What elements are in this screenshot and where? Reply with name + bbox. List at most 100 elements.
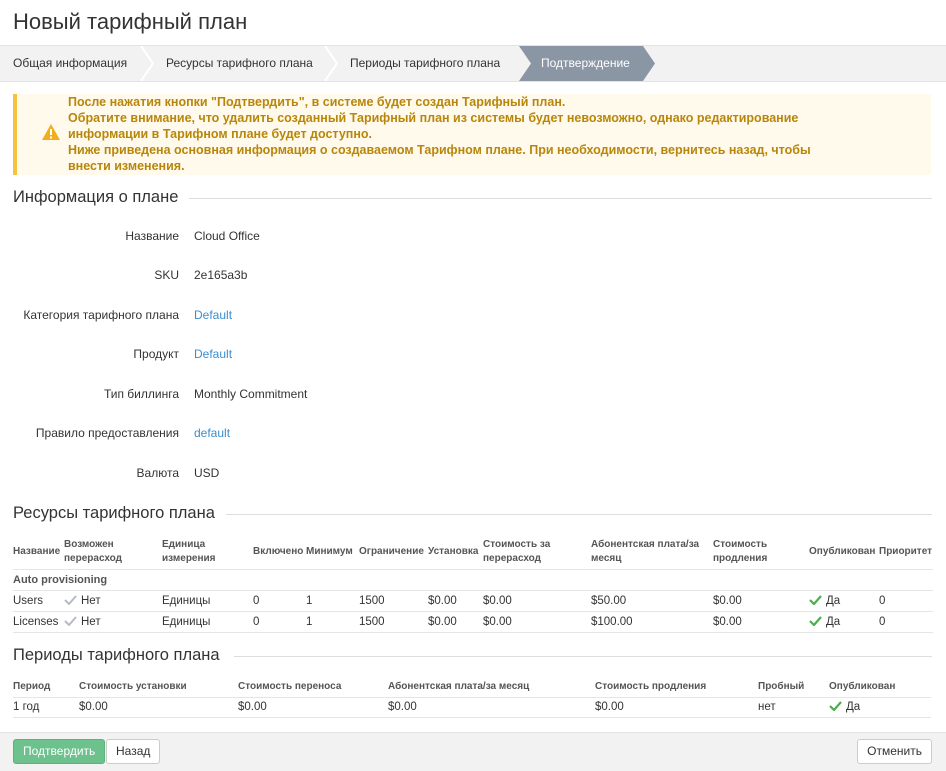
info-label: SKU	[154, 268, 179, 282]
table-cell: Licenses	[13, 611, 64, 633]
info-row-currency: Валюта USD	[0, 466, 500, 486]
table-cell: $0.00	[388, 696, 595, 718]
table-cell: Да	[809, 611, 879, 633]
table-row: Users Нет Единицы 0 1 1500 $0.00 $0.00 $…	[13, 590, 933, 612]
column-header: Стоимость за перерасход	[483, 539, 551, 565]
table-cell: 0	[253, 590, 306, 612]
wizard-step-periods[interactable]: Периоды тарифного плана	[350, 46, 510, 81]
info-label: Категория тарифного плана	[23, 308, 179, 322]
category-link[interactable]: Default	[194, 308, 232, 322]
column-header: Приоритет	[879, 546, 933, 558]
check-icon	[809, 594, 822, 605]
table-cell: $0.00	[483, 590, 591, 612]
table-cell: $0.00	[238, 696, 388, 718]
table-group-row: Auto provisioning	[13, 568, 933, 591]
back-button[interactable]: Назад	[106, 739, 161, 764]
step-separator-icon	[324, 46, 338, 81]
warning-alert: После нажатия кнопки "Подтвердить", в си…	[13, 94, 931, 175]
table-cell: Нет	[64, 611, 162, 633]
table-cell: $0.00	[428, 611, 483, 633]
info-label: Правило предоставления	[35, 426, 179, 440]
table-row: 1 год $0.00 $0.00 $0.00 $0.00 нет Да	[13, 696, 931, 718]
info-label: Продукт	[133, 347, 179, 361]
table-cell: 0	[879, 590, 933, 612]
info-row-provisioning-rule: Правило предоставления default	[0, 426, 500, 446]
column-header: Стоимость продления	[595, 681, 707, 693]
warning-text: После нажатия кнопки "Подтвердить", в си…	[68, 94, 908, 174]
section-divider	[226, 514, 932, 515]
column-header: Установка	[428, 546, 479, 558]
column-header: Минимум	[306, 546, 353, 558]
resources-table: Название Возможен перерасход Единица изм…	[13, 536, 933, 633]
info-value: Cloud Office	[194, 229, 260, 243]
table-cell: $100.00	[591, 611, 713, 633]
column-header: Название	[13, 546, 61, 558]
info-value: Monthly Commitment	[194, 387, 308, 401]
column-header: Абонентская плата/за месяц	[591, 539, 700, 565]
confirm-button[interactable]: Подтвердить	[13, 739, 106, 764]
column-header: Возможен перерасход	[64, 539, 123, 565]
column-header: Ограничение	[359, 546, 424, 558]
warning-line: Ниже приведена основная информация о соз…	[68, 143, 811, 157]
column-header: Стоимость установки	[79, 681, 187, 693]
check-icon	[809, 615, 822, 626]
column-header: Стоимость продления	[713, 539, 768, 565]
warning-line: Обратите внимание, что удалить созданный…	[68, 111, 799, 125]
info-label: Тип биллинга	[103, 387, 179, 401]
column-header: Пробный	[758, 681, 805, 693]
page-title: Новый тарифный план	[13, 9, 248, 34]
table-cell: Да	[809, 590, 879, 612]
warning-icon	[42, 124, 60, 140]
table-cell: $0.00	[79, 696, 238, 718]
table-header-row: Период Стоимость установки Стоимость пер…	[13, 678, 931, 697]
resources-title: Ресурсы тарифного плана	[13, 504, 215, 522]
table-cell: $50.00	[591, 590, 713, 612]
table-cell: 1	[306, 590, 359, 612]
check-icon	[64, 615, 77, 626]
column-header: Единица измерения	[162, 539, 216, 565]
wizard-step-confirmation[interactable]: Подтверждение	[541, 46, 641, 81]
section-divider	[189, 198, 932, 199]
table-cell: $0.00	[428, 590, 483, 612]
info-row-category: Категория тарифного плана Default	[0, 308, 500, 328]
column-header: Опубликован	[809, 546, 876, 558]
table-cell: Users	[13, 590, 64, 612]
table-cell: 0	[253, 611, 306, 633]
column-header: Включено	[253, 546, 304, 558]
table-cell: $0.00	[595, 696, 758, 718]
table-cell: 1500	[359, 611, 428, 633]
wizard-step-general[interactable]: Общая информация	[13, 46, 133, 81]
info-row-product: Продукт Default	[0, 347, 500, 367]
section-divider	[234, 656, 932, 657]
wizard-step-resources[interactable]: Ресурсы тарифного плана	[166, 46, 326, 81]
check-icon	[64, 594, 77, 605]
periods-table: Период Стоимость установки Стоимость пер…	[13, 678, 931, 718]
table-cell: Нет	[64, 590, 162, 612]
table-cell: Единицы	[162, 590, 253, 612]
footer-toolbar: Подтвердить Назад Отменить	[0, 732, 946, 771]
table-cell: Единицы	[162, 611, 253, 633]
warning-line: внести изменения.	[68, 159, 185, 173]
info-row-billing-type: Тип биллинга Monthly Commitment	[0, 387, 500, 407]
table-cell: 1 год	[13, 696, 79, 718]
provisioning-rule-link[interactable]: default	[194, 426, 230, 440]
info-label: Название	[125, 229, 179, 243]
step-separator-icon	[140, 46, 154, 81]
wizard-steps: Общая информация Ресурсы тарифного плана…	[0, 45, 946, 82]
table-cell: $0.00	[483, 611, 591, 633]
table-header-row: Название Возможен перерасход Единица изм…	[13, 536, 933, 569]
cancel-button[interactable]: Отменить	[857, 739, 932, 764]
column-header: Период	[13, 681, 51, 693]
table-cell: нет	[758, 696, 829, 718]
table-cell: Да	[829, 696, 931, 718]
plan-info-title: Информация о плане	[13, 188, 179, 206]
info-row-name: Название Cloud Office	[0, 229, 500, 249]
periods-title: Периоды тарифного плана	[13, 646, 220, 664]
column-header: Стоимость переноса	[238, 681, 342, 693]
table-cell: $0.00	[713, 590, 809, 612]
product-link[interactable]: Default	[194, 347, 232, 361]
table-row: Licenses Нет Единицы 0 1 1500 $0.00 $0.0…	[13, 611, 933, 633]
table-cell: 0	[879, 611, 933, 633]
table-cell: 1	[306, 611, 359, 633]
warning-line: информации в Тарифном плане будет доступ…	[68, 127, 372, 141]
